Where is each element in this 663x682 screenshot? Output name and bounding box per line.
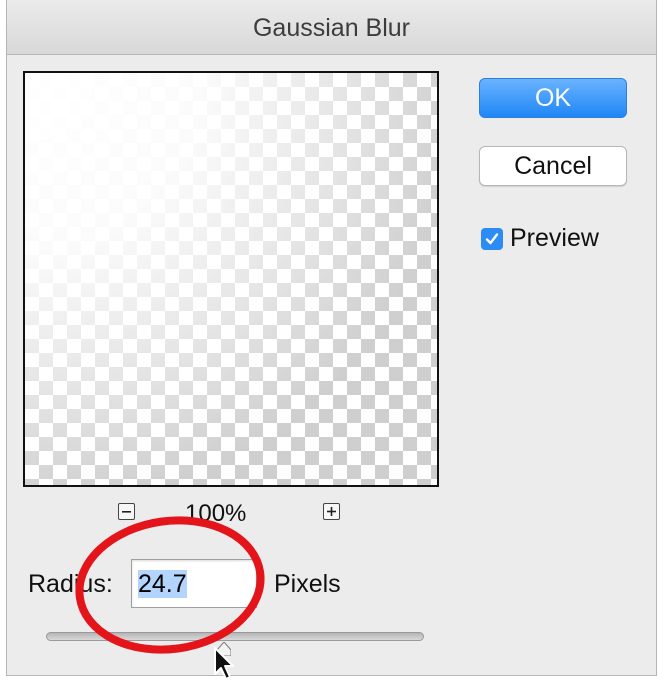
zoom-in-button[interactable] <box>323 503 340 520</box>
preview-checkbox[interactable] <box>481 227 503 250</box>
units-label: Pixels <box>274 570 341 598</box>
preview-checkbox-row[interactable]: Preview <box>481 224 599 253</box>
preview-label: Preview <box>510 224 599 252</box>
title-bar: Gaussian Blur <box>7 0 656 55</box>
radius-label: Radius: <box>28 570 113 598</box>
preview-pane[interactable] <box>23 71 439 487</box>
minus-square-icon <box>122 511 131 513</box>
checkmark-icon <box>485 232 499 244</box>
plus-square-icon <box>327 507 336 516</box>
radius-input[interactable]: 24.7 <box>131 559 257 608</box>
radius-slider[interactable] <box>46 632 424 641</box>
radius-value: 24.7 <box>138 570 187 598</box>
cancel-button[interactable]: Cancel <box>479 146 627 186</box>
zoom-level: 100% <box>185 500 247 527</box>
zoom-out-button[interactable] <box>118 503 135 520</box>
slider-thumb[interactable] <box>216 642 231 656</box>
dialog-title: Gaussian Blur <box>252 14 411 42</box>
blur-preview-image <box>25 73 437 485</box>
ok-button[interactable]: OK <box>479 78 627 118</box>
